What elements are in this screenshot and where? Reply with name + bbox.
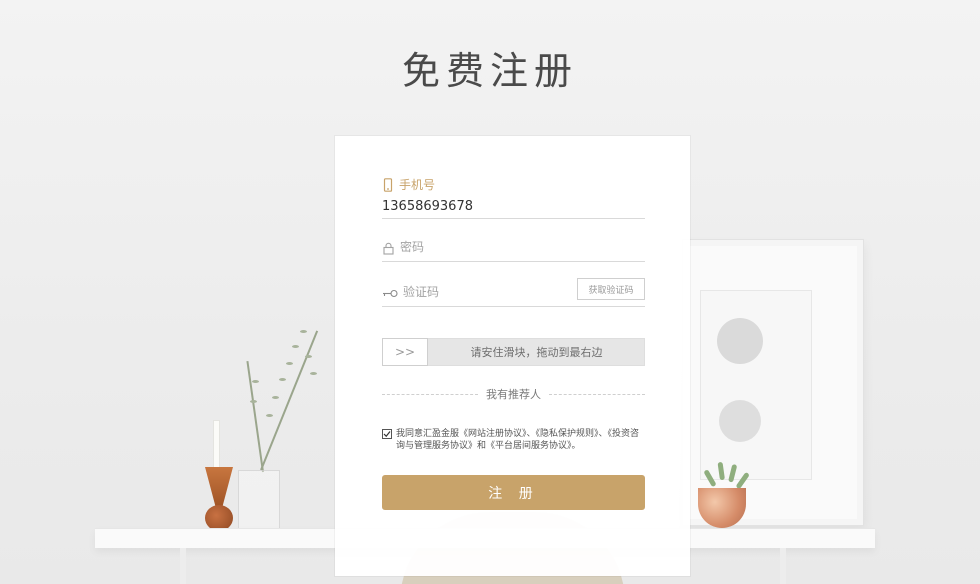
- referrer-toggle[interactable]: 我有推荐人: [382, 386, 645, 402]
- plant-leaf: [272, 396, 279, 399]
- password-field[interactable]: 密码: [382, 236, 645, 262]
- page-title: 免费注册: [401, 49, 578, 93]
- slider-hint: 请安住滑块，拖动到最右边: [470, 346, 603, 359]
- phone-input[interactable]: 13658693678: [382, 199, 645, 219]
- agreement-text[interactable]: 我同意汇盈金服《网站注册协议》、《隐私保护规则》、《投资咨询与管理服务协议》和《…: [396, 428, 647, 452]
- agreement-checkbox[interactable]: [382, 429, 392, 439]
- plant-leaf: [300, 330, 307, 333]
- phone-label: 手机号: [382, 176, 645, 193]
- password-input[interactable]: 密码: [382, 236, 645, 262]
- divider: [549, 393, 645, 395]
- plant-leaf: [310, 372, 317, 375]
- candle: [213, 420, 220, 468]
- get-code-button[interactable]: 获取验证码: [577, 278, 645, 300]
- register-button[interactable]: 注 册: [382, 475, 645, 510]
- phone-icon: [382, 177, 394, 192]
- lock-icon: [382, 240, 395, 255]
- phone-label-text: 手机号: [399, 178, 436, 192]
- captcha-field[interactable]: 验证码 获取验证码: [382, 278, 645, 307]
- referrer-label: 我有推荐人: [486, 388, 541, 401]
- plant-leaf: [292, 345, 299, 348]
- register-card: 手机号 13658693678 密码 验证码 获取验证码 >> 请安住滑块，拖动…: [335, 136, 690, 576]
- password-placeholder: 密码: [400, 239, 425, 254]
- wall-art-circle: [717, 318, 763, 364]
- divider: [382, 393, 478, 395]
- plant-leaf: [252, 380, 259, 383]
- desk-leg: [180, 548, 186, 584]
- plant-leaf: [305, 355, 312, 358]
- phone-field[interactable]: 手机号 13658693678: [382, 176, 645, 219]
- wall-art-inner: [700, 290, 812, 480]
- plant-leaf: [266, 414, 273, 417]
- slider-captcha[interactable]: >> 请安住滑块，拖动到最右边: [382, 338, 645, 366]
- captcha-placeholder: 验证码: [403, 284, 440, 299]
- agreement: 我同意汇盈金服《网站注册协议》、《隐私保护规则》、《投资咨询与管理服务协议》和《…: [382, 428, 647, 452]
- slider-handle[interactable]: >>: [382, 338, 428, 366]
- wall-art-circle: [719, 400, 761, 442]
- plant-leaf: [250, 400, 257, 403]
- plant-leaf: [279, 378, 286, 381]
- key-icon: [382, 285, 398, 298]
- glass-vase: [238, 470, 280, 530]
- plant-leaf: [286, 362, 293, 365]
- desk-leg: [780, 548, 786, 584]
